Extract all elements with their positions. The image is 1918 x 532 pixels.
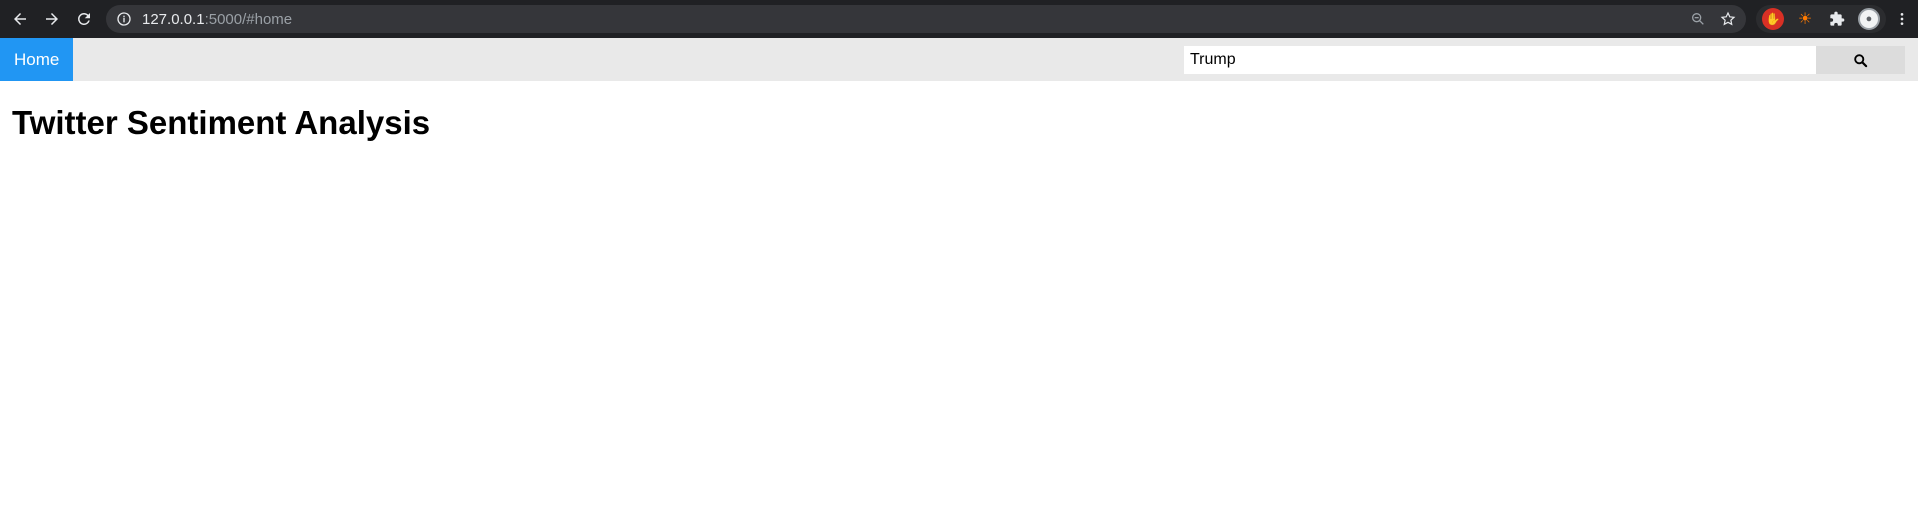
search-button[interactable] (1816, 46, 1905, 74)
address-bar[interactable]: 127.0.0.1:5000/#home (106, 5, 1746, 33)
browser-toolbar: 127.0.0.1:5000/#home ✋ ☀ ● (0, 0, 1918, 38)
search-icon (1854, 53, 1868, 67)
nav-home-link[interactable]: Home (0, 38, 74, 81)
reload-button[interactable] (68, 3, 100, 35)
zoom-out-icon[interactable] (1690, 11, 1706, 27)
url-path: :5000/#home (204, 10, 293, 28)
info-icon[interactable] (116, 11, 132, 27)
url-host: 127.0.0.1 (142, 10, 205, 28)
top-navigation: Home (0, 38, 1918, 81)
profile-avatar[interactable]: ● (1858, 8, 1880, 30)
extensions-area: ✋ ☀ ● (1756, 5, 1886, 33)
search-input[interactable] (1184, 46, 1816, 74)
stop-hand-extension-icon[interactable]: ✋ (1762, 8, 1784, 30)
fire-extension-icon[interactable]: ☀ (1794, 8, 1816, 30)
arrow-left-icon (14, 13, 26, 25)
arrow-right-icon (46, 13, 58, 25)
page-title: Twitter Sentiment Analysis (12, 104, 431, 141)
search-form (1184, 46, 1905, 74)
back-button[interactable] (4, 3, 36, 35)
puzzle-icon[interactable] (1826, 8, 1848, 30)
kebab-menu-icon[interactable] (1888, 5, 1916, 33)
forward-button[interactable] (36, 3, 68, 35)
star-icon[interactable] (1720, 11, 1736, 27)
reload-icon (78, 13, 90, 25)
